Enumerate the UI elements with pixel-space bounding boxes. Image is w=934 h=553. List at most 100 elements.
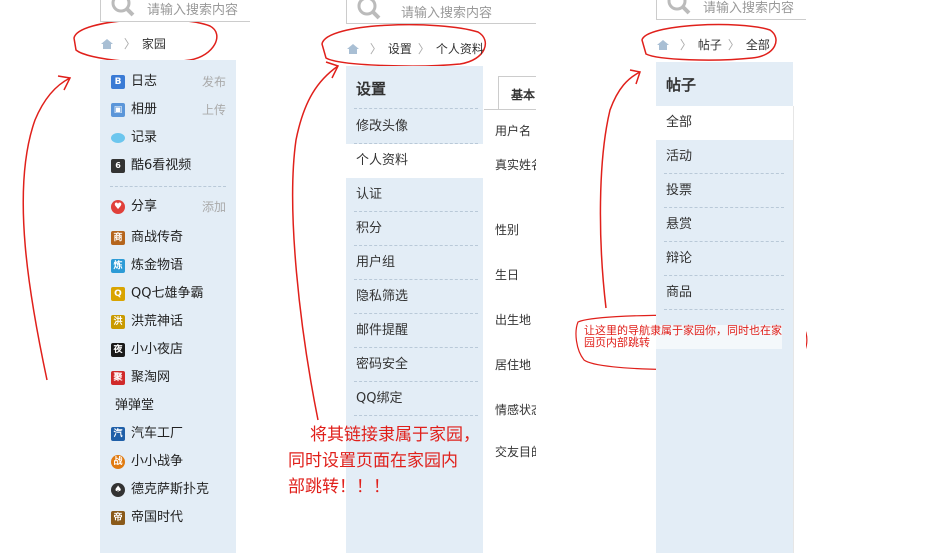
app-item[interactable]: 夜小小夜店: [100, 336, 236, 364]
sidebar-item-label: 记录: [131, 130, 158, 145]
app-label: 洪荒神话: [131, 314, 184, 329]
menu-title: 设置: [356, 80, 387, 98]
app-item[interactable]: 聚聚淘网: [100, 364, 236, 392]
app-label: 小小夜店: [131, 342, 184, 357]
app-item[interactable]: ♠ 德克萨斯扑克: [100, 476, 236, 504]
menu-item[interactable]: 邮件提醒: [346, 314, 483, 348]
app-item[interactable]: 帝帝国时代: [100, 504, 236, 532]
menu-item-active[interactable]: 个人资料: [346, 144, 486, 178]
breadcrumb-item[interactable]: 帖子: [698, 38, 722, 52]
app-item[interactable]: Q QQ七雄争霸: [100, 280, 236, 308]
search-box[interactable]: 请输入搜索内容: [100, 0, 250, 22]
speech-bubble-icon: [111, 133, 125, 143]
upload-link[interactable]: 上传: [202, 96, 226, 124]
sidebar-item-share[interactable]: ♥ 分享 添加: [100, 193, 236, 221]
divider: [354, 108, 478, 109]
menu-item[interactable]: 辩论: [656, 242, 793, 276]
alchemy-icon: 炼: [111, 259, 125, 273]
search-placeholder: 请输入搜索内容: [147, 3, 239, 18]
sidebar-item-label: 相册: [131, 102, 158, 117]
app-label: 小小战争: [131, 454, 184, 469]
search-box[interactable]: 请输入搜索内容: [346, 0, 536, 24]
sidebar-item-video[interactable]: 6 酷6看视频: [100, 152, 236, 180]
search-placeholder: 请输入搜索内容: [401, 6, 493, 21]
menu-item[interactable]: 隐私筛选: [346, 280, 483, 314]
sidebar-item-label: 日志: [131, 74, 158, 89]
menu-item[interactable]: 投票: [656, 174, 793, 208]
blog-icon: B: [111, 75, 125, 89]
chevron-right-icon: 〉: [727, 38, 740, 52]
home-icon[interactable]: [656, 39, 670, 51]
car-factory-icon: 汽: [111, 427, 125, 441]
menu-item-active[interactable]: 全部: [656, 106, 806, 140]
app-item[interactable]: 炼炼金物语: [100, 252, 236, 280]
breadcrumb: 〉帖子〉全部: [656, 36, 770, 53]
app-item[interactable]: 商商战传奇: [100, 224, 236, 252]
breadcrumb-item[interactable]: 家园: [142, 37, 166, 51]
menu-item[interactable]: 用户组: [346, 246, 483, 280]
menu-item[interactable]: 积分: [346, 212, 483, 246]
search-icon: [357, 0, 381, 20]
breadcrumb-item[interactable]: 个人资料: [436, 42, 484, 56]
app-label: 汽车工厂: [131, 426, 184, 441]
sidebar-home: B 日志 发布 ▣ 相册 上传 记录 6 酷6看视频 ♥ 分享 添加 商商战传奇…: [100, 60, 236, 553]
menu-item[interactable]: 修改头像: [346, 110, 483, 144]
shop-game-icon: 商: [111, 231, 125, 245]
tab-label: 基本: [511, 88, 536, 102]
app-label: 德克萨斯扑克: [131, 482, 210, 497]
menu-item[interactable]: 悬赏: [656, 208, 793, 242]
menu-item[interactable]: QQ绑定: [346, 382, 483, 416]
sidebar-item-label: 分享: [131, 199, 158, 214]
publish-link[interactable]: 发布: [202, 68, 226, 96]
menu-item[interactable]: 认证: [346, 178, 483, 212]
home-icon[interactable]: [100, 38, 114, 50]
poker-icon: ♠: [111, 483, 125, 497]
chevron-right-icon: 〉: [417, 42, 430, 56]
breadcrumb-item[interactable]: 全部: [746, 38, 770, 52]
tab-underline: [484, 109, 536, 110]
sidebar-item-blog[interactable]: B 日志 发布: [100, 68, 236, 96]
chevron-right-icon: 〉: [123, 37, 136, 51]
app-label: 帝国时代: [131, 510, 184, 525]
app-label: 聚淘网: [131, 370, 171, 385]
app-label: 炼金物语: [131, 258, 184, 273]
field-label: 情感状态: [495, 403, 536, 417]
war-game-icon: 战: [111, 455, 125, 469]
note-line: 部跳转！！！: [288, 477, 390, 497]
breadcrumb: 〉家园: [100, 35, 166, 52]
home-icon[interactable]: [346, 43, 360, 55]
annotation-note-middle: 将其链接隶属于家园， 同时设置页面在家园内 部跳转！！！: [288, 422, 480, 500]
annotation-arrow-3: [599, 71, 641, 309]
tab-basic[interactable]: 基本: [498, 76, 536, 109]
heart-icon: ♥: [111, 200, 125, 214]
note-line: 将其链接隶属于家园，: [310, 425, 480, 445]
sidebar-item-record[interactable]: 记录: [100, 124, 236, 152]
content-edge: [793, 106, 806, 553]
app-item[interactable]: 弹弹堂: [100, 392, 236, 420]
jutao-icon: 聚: [111, 371, 125, 385]
myth-game-icon: 洪: [111, 315, 125, 329]
breadcrumb: 〉设置〉个人资料: [346, 40, 484, 57]
night-club-icon: 夜: [111, 343, 125, 357]
note-line: 同时设置页面在家园内: [288, 451, 458, 471]
sidebar-item-photo[interactable]: ▣ 相册 上传: [100, 96, 236, 124]
field-label: 性别: [495, 223, 520, 237]
field-label: 真实姓名: [495, 158, 536, 172]
app-item[interactable]: 汽汽车工厂: [100, 420, 236, 448]
panel-posts: 请输入搜索内容 〉帖子〉全部 帖子 全部 活动 投票 悬赏 辩论 商品: [656, 0, 806, 553]
app-label: 商战传奇: [131, 230, 184, 245]
posts-menu: 帖子 全部 活动 投票 悬赏 辩论 商品: [656, 62, 806, 553]
menu-item[interactable]: 活动: [656, 140, 793, 174]
search-box[interactable]: 请输入搜索内容: [656, 0, 806, 20]
menu-item[interactable]: 商品: [656, 276, 793, 310]
breadcrumb-item[interactable]: 设置: [388, 42, 412, 56]
empire-icon: 帝: [111, 511, 125, 525]
search-icon: [111, 0, 135, 17]
chevron-right-icon: 〉: [369, 42, 382, 56]
app-item[interactable]: 战小小战争: [100, 448, 236, 476]
add-link[interactable]: 添加: [202, 193, 226, 221]
annotation-arrow-1: [22, 77, 71, 381]
app-item[interactable]: 洪洪荒神话: [100, 308, 236, 336]
search-placeholder: 请输入搜索内容: [703, 1, 795, 16]
menu-item[interactable]: 密码安全: [346, 348, 483, 382]
